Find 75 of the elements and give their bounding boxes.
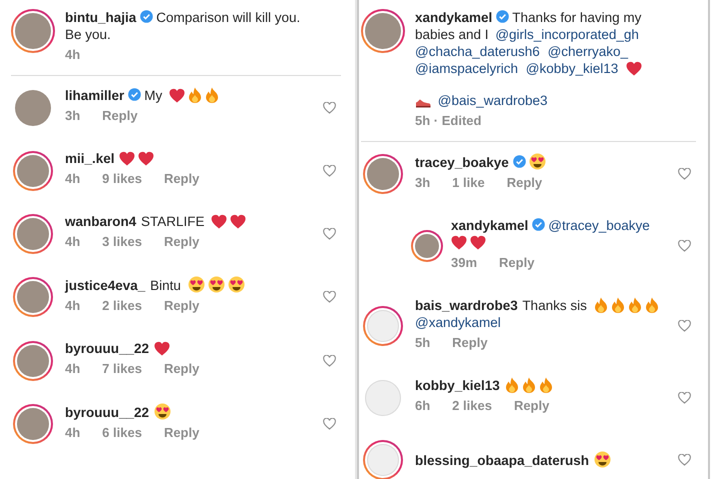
mention-link[interactable]: @cherryako_: [548, 44, 628, 59]
comment-text: bais_wardrobe3 Thanks sis @xandykamel: [415, 297, 662, 331]
fire-emoji-icon: [205, 87, 220, 103]
mention-link[interactable]: @kobby_kiel13: [526, 61, 618, 76]
comment-time: 4h: [65, 170, 80, 188]
comment-time: 3h: [65, 107, 80, 125]
mention-link[interactable]: @bais_wardrobe3: [438, 93, 548, 108]
heart-emoji-icon: [451, 235, 467, 250]
heart-emoji-icon: [211, 214, 228, 229]
like-heart-icon[interactable]: [322, 354, 336, 366]
username-link[interactable]: mii_.kel: [65, 151, 115, 166]
heart-emoji-icon: [154, 341, 170, 356]
heart-eyes-emoji-icon: [528, 153, 546, 170]
fire-emoji-icon: [522, 377, 536, 393]
username-link[interactable]: wanbaron4: [65, 214, 136, 229]
username-link[interactable]: kobby_kiel13: [415, 378, 500, 393]
username-link[interactable]: justice4eva_: [65, 278, 146, 293]
heart-eyes-emoji-icon: [228, 276, 245, 293]
post-time: 4h: [65, 46, 80, 64]
like-heart-icon[interactable]: [322, 164, 336, 176]
comment-time: 39m: [451, 254, 478, 272]
heart-eyes-emoji-icon: [154, 403, 171, 420]
username-link[interactable]: bais_wardrobe3: [415, 298, 518, 313]
mention-link[interactable]: @girls_incorporated_gh: [495, 27, 639, 42]
heart-eyes-emoji-icon: [188, 276, 205, 293]
heart-emoji-icon: [626, 61, 642, 76]
fire-emoji-icon: [628, 297, 642, 313]
comment-time: 5h: [415, 334, 430, 352]
username-link[interactable]: tracey_boakye: [415, 155, 509, 170]
comment-time: 3h: [415, 174, 430, 192]
comment-text: wanbaron4 STARLIFE: [65, 213, 307, 230]
comment-text: justice4eva_ Bintu: [65, 276, 307, 294]
caption-text: bintu_hajia Comparison will kill you. Be you.: [65, 9, 302, 43]
heart-emoji-icon: [169, 88, 186, 103]
like-heart-icon[interactable]: [322, 291, 336, 303]
heart-eyes-emoji-icon: [208, 276, 225, 293]
comment-time: 4h: [65, 360, 80, 378]
like-heart-icon[interactable]: [678, 392, 690, 404]
heart-emoji-icon: [119, 151, 136, 166]
shoe-emoji-icon: [415, 98, 431, 108]
like-heart-icon[interactable]: [678, 240, 690, 252]
heart-emoji-icon: [138, 151, 154, 166]
username-link[interactable]: bintu_hajia: [65, 10, 136, 25]
comment-time: 4h: [65, 233, 80, 251]
mention-link[interactable]: @xandykamel: [415, 315, 501, 330]
mention-link[interactable]: @chacha_daterush6: [415, 44, 540, 59]
mention-link[interactable]: @iamspacelyrich: [415, 61, 518, 76]
username-link[interactable]: blessing_obaapa_daterush: [415, 453, 590, 468]
post-time: 5h · Edited: [415, 112, 482, 130]
like-heart-icon[interactable]: [322, 228, 336, 240]
username-link[interactable]: xandykamel: [415, 10, 492, 25]
fire-emoji-icon: [188, 87, 202, 103]
like-heart-icon[interactable]: [678, 454, 690, 466]
caption-text: xandykamel Thanks for having my babies and I @girls_incorporated_gh @chacha_daterush6 @cherryako_ @iamspacelyrich @kobby_kiel13: [415, 9, 644, 77]
like-heart-icon[interactable]: [678, 320, 690, 332]
fire-emoji-icon: [504, 377, 519, 393]
heart-eyes-emoji-icon: [594, 451, 611, 468]
mention-link[interactable]: @tracey_boakye: [548, 218, 650, 233]
username-link[interactable]: xandykamel: [451, 218, 528, 233]
comment-time: 4h: [65, 424, 80, 442]
heart-emoji-icon: [470, 235, 486, 250]
like-heart-icon[interactable]: [678, 168, 690, 180]
heart-emoji-icon: [230, 214, 246, 229]
comment-text: lihamiller My: [65, 87, 307, 104]
fire-emoji-icon: [644, 297, 659, 313]
comment-time: 4h: [65, 297, 80, 315]
username-link[interactable]: byrouuu__22: [65, 341, 150, 356]
username-link[interactable]: lihamiller: [65, 88, 124, 103]
like-heart-icon[interactable]: [322, 102, 336, 114]
username-link[interactable]: byrouuu__22: [65, 405, 150, 420]
fire-emoji-icon: [610, 297, 625, 313]
fire-emoji-icon: [538, 377, 553, 393]
fire-emoji-icon: [594, 297, 608, 313]
like-heart-icon[interactable]: [322, 418, 336, 430]
comment-time: 6h: [415, 397, 430, 415]
